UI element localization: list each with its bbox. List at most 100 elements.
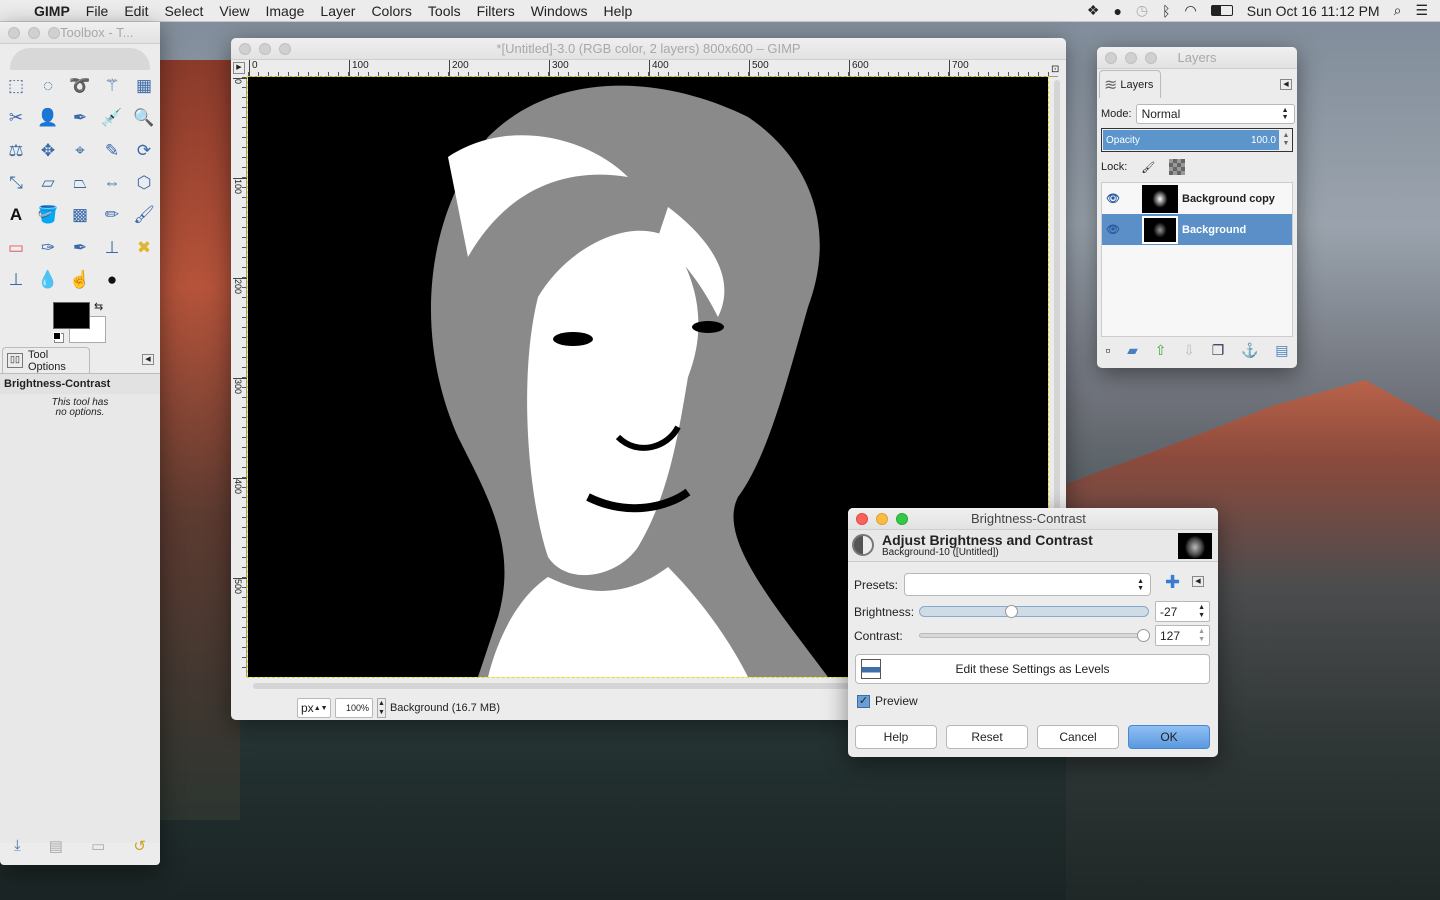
dodge-burn-icon[interactable]: ● <box>101 269 123 291</box>
swap-colors-icon[interactable]: ⇆ <box>94 300 103 313</box>
zoom-button[interactable] <box>48 26 60 39</box>
layer-row[interactable]: 👁 Background copy <box>1102 183 1292 214</box>
new-layer-group-icon[interactable]: ▰ <box>1127 342 1138 364</box>
duplicate-layer-icon[interactable]: ❐ <box>1212 342 1225 364</box>
add-preset-icon[interactable]: ✚ <box>1165 572 1180 593</box>
menu-view[interactable]: View <box>211 3 257 19</box>
minimize-button[interactable] <box>259 42 271 55</box>
paths-icon[interactable]: ✒ <box>69 107 91 129</box>
airbrush-icon[interactable]: ✑ <box>37 237 59 259</box>
menu-file[interactable]: File <box>78 3 117 19</box>
raise-layer-icon[interactable]: ⇧ <box>1155 342 1167 364</box>
perspective-icon[interactable]: ⏢ <box>69 172 91 194</box>
fuzzy-select-icon[interactable]: ⚚ <box>101 75 123 97</box>
navigate-icon[interactable]: ⊡ <box>1051 64 1059 75</box>
delete-options-icon[interactable]: ▭ <box>91 837 105 859</box>
zoom-field[interactable]: 100% <box>335 698 373 718</box>
close-button[interactable] <box>856 512 868 525</box>
blur-icon[interactable]: 💧 <box>37 269 59 291</box>
visibility-eye-icon[interactable]: 👁 <box>1102 192 1142 205</box>
lock-pixels-icon[interactable]: 🖌 <box>1141 161 1155 174</box>
menu-tools[interactable]: Tools <box>420 3 469 19</box>
spotlight-icon[interactable]: ⌕ <box>1394 2 1402 19</box>
free-select-icon[interactable]: ➰ <box>69 75 91 97</box>
dialog-titlebar[interactable]: Brightness-Contrast <box>848 508 1218 530</box>
battery-icon[interactable] <box>1210 5 1233 16</box>
reset-options-icon[interactable]: ↺ <box>133 837 146 859</box>
contrast-slider[interactable] <box>919 629 1150 642</box>
zoom-button[interactable] <box>896 512 908 525</box>
cage-transform-icon[interactable]: ⬡ <box>133 172 155 194</box>
layer-row[interactable]: 👁 Background <box>1102 214 1292 245</box>
close-button[interactable] <box>8 26 20 39</box>
tab-menu-icon[interactable]: ◀ <box>142 354 154 365</box>
foreground-color[interactable] <box>53 302 90 329</box>
image-titlebar[interactable]: *[Untitled]-3.0 (RGB color, 2 layers) 80… <box>231 38 1066 60</box>
left-ruler[interactable]: 0 100 200 300 400 500 <box>231 77 247 677</box>
anchor-layer-icon[interactable]: ⚓ <box>1241 342 1258 364</box>
close-button[interactable] <box>1105 51 1117 64</box>
presets-combo[interactable]: ▲ ▼ <box>904 573 1152 596</box>
cancel-button[interactable]: Cancel <box>1037 725 1119 749</box>
move-icon[interactable]: ✥ <box>37 140 59 162</box>
notification-center-icon[interactable]: ☰ <box>1415 2 1428 19</box>
lock-alpha-icon[interactable] <box>1169 159 1186 175</box>
tool-options-tab[interactable]: ▯▯ Tool Options <box>2 347 90 373</box>
zoom-button[interactable] <box>279 42 291 55</box>
blend-icon[interactable]: ▩ <box>69 204 91 226</box>
scale-icon[interactable]: ⤡ <box>5 172 27 194</box>
contrast-slider-handle[interactable] <box>1137 629 1150 642</box>
new-layer-icon[interactable]: ▫ <box>1105 342 1110 364</box>
delete-layer-icon[interactable]: ▤ <box>1275 342 1288 364</box>
edit-as-levels-button[interactable]: Edit these Settings as Levels <box>855 654 1210 684</box>
clone-icon[interactable]: ⊥ <box>101 237 123 259</box>
smudge-icon[interactable]: ☝ <box>69 269 91 291</box>
ok-button[interactable]: OK <box>1128 725 1210 749</box>
close-button[interactable] <box>239 42 251 55</box>
menu-app[interactable]: GIMP <box>26 3 78 19</box>
layer-name[interactable]: Background <box>1182 224 1246 236</box>
status-circle-icon[interactable]: ● <box>1113 3 1121 19</box>
minimize-button[interactable] <box>876 512 888 525</box>
ellipse-select-icon[interactable]: ◌ <box>37 75 59 97</box>
brightness-slider-handle[interactable] <box>1005 605 1019 618</box>
mode-select[interactable]: Normal ▲ ▼ <box>1135 104 1295 124</box>
rect-select-icon[interactable]: ⬚ <box>5 75 27 97</box>
heal-icon[interactable]: ✖ <box>133 237 155 259</box>
visibility-eye-icon[interactable]: 👁 <box>1102 223 1142 236</box>
align-icon[interactable]: ⌖ <box>69 140 91 162</box>
text-icon[interactable]: A <box>5 204 27 226</box>
layer-name[interactable]: Background copy <box>1182 193 1275 205</box>
brightness-spinbutton[interactable]: -27 ▲ ▼ <box>1155 601 1210 622</box>
menu-image[interactable]: Image <box>257 3 312 19</box>
shear-icon[interactable]: ▱ <box>37 172 59 194</box>
color-picker-icon[interactable]: 💉 <box>101 107 123 129</box>
perspective-clone-icon[interactable]: ⊥ <box>5 269 27 291</box>
dropbox-icon[interactable]: ❖ <box>1087 2 1100 19</box>
restore-options-icon[interactable]: ▤ <box>49 837 63 859</box>
minimize-button[interactable] <box>28 26 40 39</box>
save-options-icon[interactable]: ⤓ <box>14 837 21 859</box>
menu-windows[interactable]: Windows <box>523 3 596 19</box>
layers-tab[interactable]: ≋ Layers <box>1099 70 1161 98</box>
minimize-button[interactable] <box>1125 51 1137 64</box>
toolbox-titlebar[interactable]: Toolbox - T... <box>0 22 160 44</box>
pencil-icon[interactable]: ✏ <box>101 204 123 226</box>
menu-layer[interactable]: Layer <box>312 3 363 19</box>
zoom-stepper[interactable]: ▲ ▼ <box>377 698 386 718</box>
wifi-icon[interactable]: ◠ <box>1185 2 1197 19</box>
menu-select[interactable]: Select <box>156 3 211 19</box>
eraser-icon[interactable]: ▭ <box>5 237 27 259</box>
zoom-icon[interactable]: 🔍 <box>133 107 155 129</box>
menu-filters[interactable]: Filters <box>469 3 523 19</box>
time-machine-icon[interactable]: ◷ <box>1136 2 1148 19</box>
crop-icon[interactable]: ✎ <box>101 140 123 162</box>
paintbrush-icon[interactable]: 🖌 <box>133 204 155 226</box>
menu-help[interactable]: Help <box>596 3 641 19</box>
foreground-select-icon[interactable]: 👤 <box>37 107 59 129</box>
contrast-spinbutton[interactable]: 127 ▲ ▼ <box>1155 625 1210 646</box>
ink-icon[interactable]: ✒ <box>69 237 91 259</box>
measure-icon[interactable]: ⚖ <box>5 140 27 162</box>
reset-button[interactable]: Reset <box>946 725 1028 749</box>
select-by-color-icon[interactable]: ▦ <box>133 75 155 97</box>
